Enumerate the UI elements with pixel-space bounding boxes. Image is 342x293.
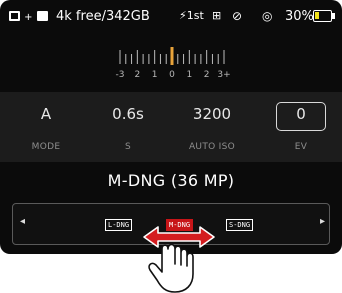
- iso-label: AUTO ISO: [188, 142, 236, 152]
- sd-card-icon: [9, 11, 20, 21]
- scale-label: 0: [169, 70, 175, 80]
- scale-label: 1: [151, 70, 158, 80]
- white-balance-icon: ⊞: [212, 9, 222, 22]
- battery-tip: [332, 13, 335, 19]
- self-timer-icon: ◎: [262, 9, 273, 23]
- swipe-gesture: [143, 226, 215, 293]
- chevron-left-icon[interactable]: ◂: [20, 216, 25, 227]
- scale-label: 3+: [217, 70, 231, 80]
- exposure-scale-ticks: [119, 47, 225, 65]
- mode-value: A: [40, 105, 52, 123]
- chevron-right-icon[interactable]: ▸: [320, 216, 325, 227]
- mode-setting[interactable]: A MODE: [6, 92, 86, 162]
- exposure-settings-panel: A MODE 0.6s S 3200 AUTO ISO 0 EV: [0, 92, 342, 162]
- scale-label: 2: [134, 70, 141, 80]
- shutter-setting[interactable]: 0.6s S: [88, 92, 168, 162]
- plus-icon: +: [24, 12, 33, 23]
- ev-label: EV: [294, 142, 308, 152]
- storage-text: 4k free/342GB: [56, 9, 150, 24]
- battery-percent: 30%: [285, 9, 314, 24]
- format-option-l-dng[interactable]: L-DNG: [105, 219, 133, 231]
- storage-icons: +: [9, 9, 48, 24]
- exposure-marker: [170, 47, 174, 65]
- file-format-title: M-DNG (36 MP): [107, 171, 235, 190]
- battery-icon: [313, 10, 332, 22]
- shutter-value: 0.6s: [112, 105, 144, 123]
- internal-memory-icon: [36, 11, 48, 21]
- ev-highlight-box: [276, 102, 326, 131]
- no-flash-icon: ⊘: [232, 9, 243, 23]
- mode-label: MODE: [31, 142, 61, 152]
- shutter-label: S: [124, 142, 131, 152]
- exposure-scale: -3 2 1 0 1 2 3+: [114, 44, 231, 84]
- double-arrow-icon: [143, 226, 215, 248]
- swipe-hand-icon: [148, 243, 194, 293]
- iso-setting[interactable]: 3200 AUTO ISO: [172, 92, 252, 162]
- battery-level: [315, 12, 319, 19]
- flash-mode: ⚡1st: [179, 9, 204, 22]
- iso-value: 3200: [192, 105, 232, 123]
- scale-label: 2: [203, 70, 210, 80]
- scale-label: 1: [186, 70, 193, 80]
- scale-label: -3: [115, 70, 125, 80]
- status-bar: + 4k free/342GB ⚡1st ⊞ ⊘ ◎ 30%: [0, 0, 342, 34]
